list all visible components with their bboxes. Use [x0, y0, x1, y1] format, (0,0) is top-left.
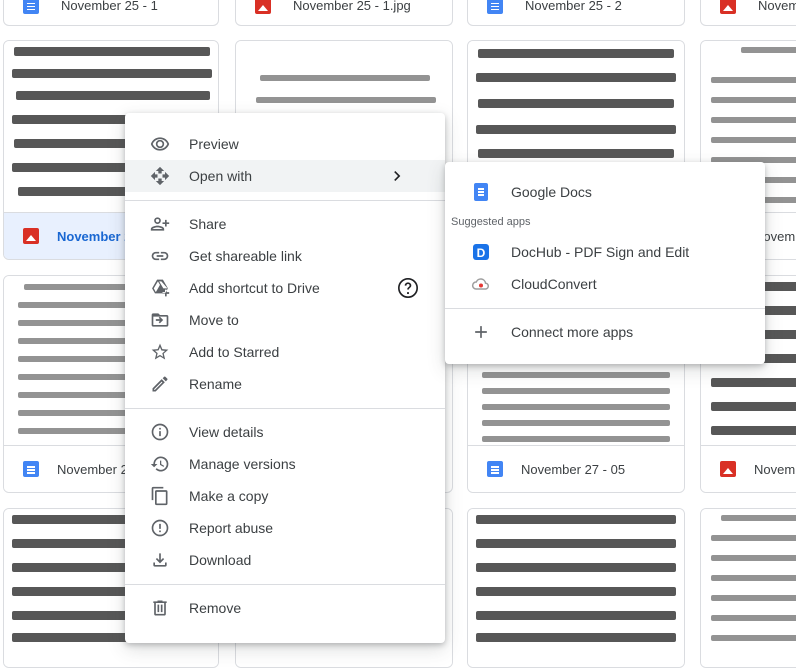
file-thumbnail	[468, 509, 684, 667]
menu-item-label: Open with	[189, 168, 253, 184]
menu-item-label: Add to Starred	[189, 344, 280, 360]
menu-divider	[125, 200, 445, 201]
plus-icon	[471, 322, 491, 342]
connect-more-apps[interactable]: Connect more apps	[445, 316, 765, 348]
open-with-submenu: Google Docs Suggested apps D DocHub - PD…	[445, 162, 765, 364]
file-name: November 25 - 1.jpg	[293, 0, 411, 13]
menu-item-add-starred[interactable]: Add to Starred	[125, 336, 445, 368]
file-name: Novem	[758, 0, 796, 13]
menu-item-rename[interactable]: Rename	[125, 368, 445, 400]
app-label: Google Docs	[511, 184, 592, 200]
menu-item-download[interactable]: Download	[125, 544, 445, 576]
move-arrows-icon	[150, 166, 170, 186]
menu-item-get-link[interactable]: Get shareable link	[125, 240, 445, 272]
google-docs-icon	[471, 182, 491, 202]
file-name: November 2	[57, 228, 132, 244]
file-name: November 27 - 05	[521, 461, 626, 477]
drive-shortcut-icon	[150, 278, 170, 298]
file-card[interactable]: November 25 - 1.jpg	[235, 0, 453, 26]
file-name: November 25 - 2	[525, 0, 622, 13]
menu-item-label: Download	[189, 552, 252, 568]
file-card[interactable]: November 25 - 1	[3, 0, 219, 26]
image-file-icon	[720, 0, 736, 14]
menu-item-view-details[interactable]: View details	[125, 416, 445, 448]
menu-divider	[125, 584, 445, 585]
cloudconvert-icon	[471, 274, 491, 294]
app-label: CloudConvert	[511, 276, 597, 292]
link-icon	[150, 246, 170, 266]
suggested-apps-header: Suggested apps	[451, 216, 531, 228]
file-card[interactable]	[700, 508, 796, 668]
svg-text:D: D	[477, 246, 486, 260]
menu-item-share[interactable]: Share	[125, 208, 445, 240]
menu-item-label: Remove	[189, 600, 242, 616]
menu-item-report-abuse[interactable]: Report abuse	[125, 512, 445, 544]
download-icon	[150, 550, 170, 570]
add-person-icon	[150, 214, 170, 234]
app-label: Connect more apps	[511, 324, 634, 340]
context-menu: Preview Open with Share Get shareable li…	[125, 113, 445, 643]
doc-file-icon	[487, 0, 503, 14]
copy-icon	[150, 486, 170, 506]
menu-item-make-copy[interactable]: Make a copy	[125, 480, 445, 512]
help-icon[interactable]	[397, 277, 419, 299]
menu-item-label: Add shortcut to Drive	[189, 280, 320, 296]
history-icon	[150, 454, 170, 474]
doc-file-icon	[23, 461, 39, 477]
eye-icon	[150, 134, 170, 154]
image-file-icon	[23, 228, 39, 244]
menu-item-label: View details	[189, 424, 264, 440]
menu-item-open-with[interactable]: Open with	[125, 160, 445, 192]
report-icon	[150, 518, 170, 538]
menu-item-label: Get shareable link	[189, 248, 302, 264]
folder-move-icon	[150, 310, 170, 330]
file-name: November 25 - 1	[61, 0, 158, 13]
open-with-google-docs[interactable]: Google Docs	[445, 176, 765, 208]
info-icon	[150, 422, 170, 442]
menu-item-label: Preview	[189, 136, 239, 152]
menu-divider	[125, 408, 445, 409]
chevron-right-icon	[394, 171, 401, 181]
app-label: DocHub - PDF Sign and Edit	[511, 244, 690, 260]
menu-item-manage-versions[interactable]: Manage versions	[125, 448, 445, 480]
menu-item-label: Report abuse	[189, 520, 274, 536]
doc-file-icon	[487, 461, 503, 477]
menu-item-preview[interactable]: Preview	[125, 128, 445, 160]
image-file-icon	[720, 461, 736, 477]
menu-item-label: Share	[189, 216, 227, 232]
menu-item-move-to[interactable]: Move to	[125, 304, 445, 336]
file-card[interactable]: Novem	[700, 0, 796, 26]
file-card[interactable]: November 25 - 2	[467, 0, 685, 26]
menu-item-label: Rename	[189, 376, 242, 392]
pencil-icon	[150, 374, 170, 394]
dochub-icon: D	[471, 242, 491, 262]
menu-item-label: Manage versions	[189, 456, 296, 472]
file-card[interactable]	[467, 508, 685, 668]
file-name: Novem	[754, 461, 796, 477]
star-icon	[150, 342, 170, 362]
menu-item-label: Make a copy	[189, 488, 269, 504]
menu-divider	[445, 308, 765, 309]
open-with-dochub[interactable]: D DocHub - PDF Sign and Edit	[445, 236, 765, 268]
file-name: November 2	[57, 461, 128, 477]
image-file-icon	[255, 0, 271, 14]
open-with-cloudconvert[interactable]: CloudConvert	[445, 268, 765, 300]
menu-item-add-shortcut[interactable]: Add shortcut to Drive	[125, 272, 445, 304]
doc-file-icon	[23, 0, 39, 14]
file-thumbnail	[701, 509, 796, 667]
menu-item-remove[interactable]: Remove	[125, 592, 445, 624]
trash-icon	[150, 598, 170, 618]
menu-item-label: Move to	[189, 312, 239, 328]
